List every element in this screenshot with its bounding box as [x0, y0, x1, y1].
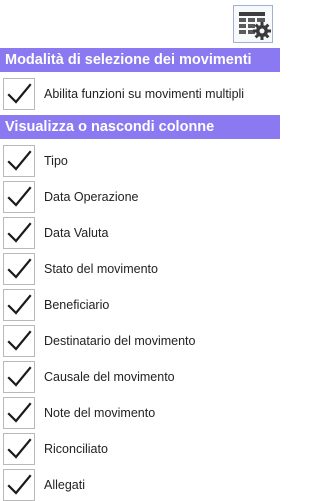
column-settings-panel: Modalità di selezione dei movimenti Abil… — [0, 0, 280, 501]
column-label-data-operazione: Data Operazione — [44, 190, 139, 204]
column-label-riconciliato: Riconciliato — [44, 442, 108, 456]
column-label-destinatario-del-movimento: Destinatario del movimento — [44, 334, 196, 348]
column-label-stato-del-movimento: Stato del movimento — [44, 262, 158, 276]
column-row-allegati[interactable]: Allegati — [0, 467, 280, 501]
checkmark-icon — [7, 474, 32, 495]
checkbox-causale-del-movimento[interactable] — [3, 361, 35, 393]
checkmark-icon — [7, 438, 32, 459]
checkmark-icon — [7, 258, 32, 279]
checkmark-icon — [7, 294, 32, 315]
checkbox-destinatario-del-movimento[interactable] — [3, 325, 35, 357]
column-label-note-del-movimento: Note del movimento — [44, 406, 156, 420]
column-label-data-valuta: Data Valuta — [44, 226, 109, 240]
top-toolbar — [0, 0, 280, 48]
column-options-list: Tipo Data Operazione Data Valuta Stato del … — [0, 143, 280, 501]
column-row-note-del-movimento[interactable]: Note del movimento — [0, 395, 280, 431]
checkbox-multi-select[interactable] — [3, 78, 35, 110]
section-header-selection-mode: Modalità di selezione dei movimenti — [0, 48, 280, 72]
checkmark-icon — [7, 186, 32, 207]
column-row-causale-del-movimento[interactable]: Causale del movimento — [0, 359, 280, 395]
checkmark-icon — [7, 402, 32, 423]
column-row-data-operazione[interactable]: Data Operazione — [0, 179, 280, 215]
grid-settings-button[interactable] — [233, 5, 273, 43]
checkmark-icon — [7, 150, 32, 171]
column-row-riconciliato[interactable]: Riconciliato — [0, 431, 280, 467]
option-label-multi-select: Abilita funzioni su movimenti multipli — [44, 87, 245, 101]
column-label-tipo: Tipo — [44, 154, 68, 168]
checkbox-note-del-movimento[interactable] — [3, 397, 35, 429]
checkbox-stato-del-movimento[interactable] — [3, 253, 35, 285]
column-row-data-valuta[interactable]: Data Valuta — [0, 215, 280, 251]
checkbox-beneficiario[interactable] — [3, 289, 35, 321]
checkmark-icon — [7, 83, 32, 104]
checkbox-allegati[interactable] — [3, 469, 35, 501]
column-label-causale-del-movimento: Causale del movimento — [44, 370, 175, 384]
checkmark-icon — [7, 222, 32, 243]
column-row-beneficiario[interactable]: Beneficiario — [0, 287, 280, 323]
option-row-multi-select[interactable]: Abilita funzioni su movimenti multipli — [0, 76, 280, 112]
grid-settings-icon — [239, 12, 271, 40]
column-row-destinatario-del-movimento[interactable]: Destinatario del movimento — [0, 323, 280, 359]
checkbox-tipo[interactable] — [3, 145, 35, 177]
checkbox-data-valuta[interactable] — [3, 217, 35, 249]
checkbox-riconciliato[interactable] — [3, 433, 35, 465]
column-row-stato-del-movimento[interactable]: Stato del movimento — [0, 251, 280, 287]
checkmark-icon — [7, 366, 32, 387]
column-label-beneficiario: Beneficiario — [44, 298, 110, 312]
column-label-allegati: Allegati — [44, 478, 85, 492]
column-row-tipo[interactable]: Tipo — [0, 143, 280, 179]
section-header-columns: Visualizza o nascondi colonne — [0, 115, 280, 139]
checkmark-icon — [7, 330, 32, 351]
checkbox-data-operazione[interactable] — [3, 181, 35, 213]
